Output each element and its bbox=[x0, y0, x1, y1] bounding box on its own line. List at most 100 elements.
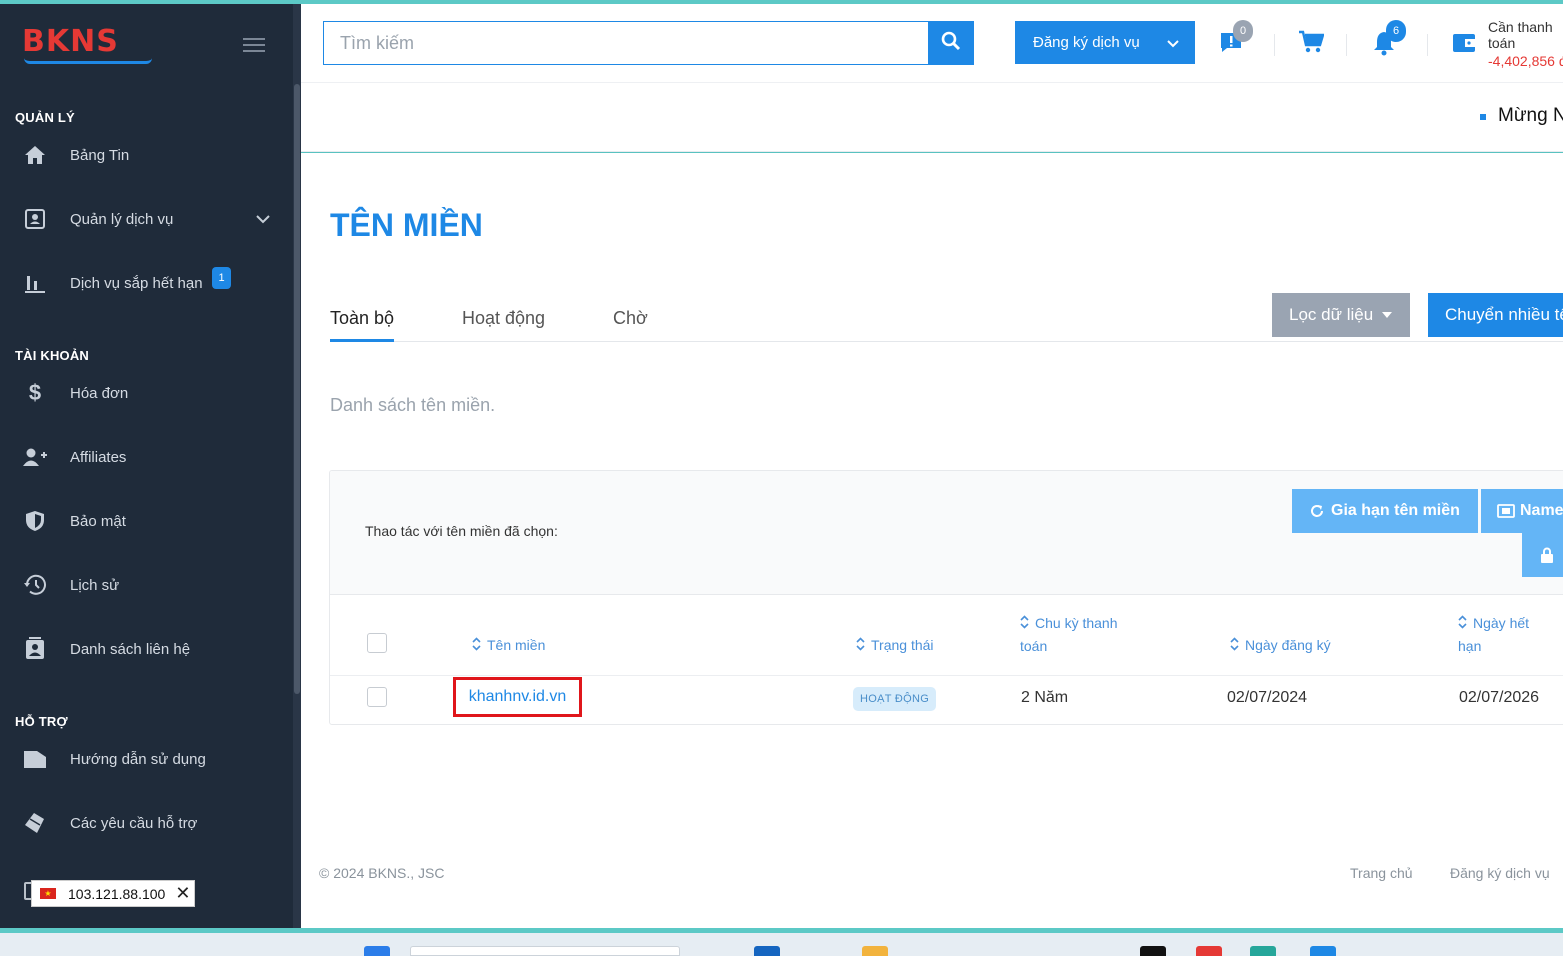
sidebar-item-huong-dan-su-dung[interactable]: Hướng dẫn sử dụng bbox=[0, 734, 290, 784]
lock-domain-button[interactable] bbox=[1522, 533, 1563, 577]
page-title: TÊN MIỀN bbox=[330, 207, 483, 243]
billing-cycle-cell: 2 Năm bbox=[1021, 689, 1069, 706]
tab-pending[interactable]: Chờ bbox=[613, 308, 648, 329]
tickets-icon bbox=[0, 811, 70, 835]
row-divider bbox=[330, 675, 1563, 676]
bulk-actions-bar: Thao tác với tên miền đã chọn: Gia hạn t… bbox=[330, 471, 1563, 595]
taskbar-app-icon[interactable] bbox=[754, 946, 780, 956]
payment-due-amount: -4,402,856 đ bbox=[1488, 53, 1563, 69]
column-header-label: Ngày đăng ký bbox=[1245, 637, 1331, 653]
taskbar-folder-icon[interactable] bbox=[862, 946, 888, 956]
sidebar-item-label: Lịch sử bbox=[70, 576, 120, 594]
sort-icon bbox=[1230, 635, 1239, 657]
sidebar-item-dich-vu-sap-het-han[interactable]: Dịch vụ sắp hết hạn bbox=[0, 258, 290, 308]
sidebar-item-quan-ly-dich-vu[interactable]: Quản lý dịch vụ bbox=[0, 194, 290, 244]
announcement-text: Mừng N bbox=[1498, 105, 1563, 126]
search-icon bbox=[941, 31, 961, 56]
column-header-label: Ngày hết bbox=[1473, 615, 1530, 631]
column-header-label-line2: hạn bbox=[1458, 638, 1482, 655]
contact-card-icon bbox=[0, 208, 70, 230]
lock-icon bbox=[1540, 547, 1554, 563]
renew-domain-label: Gia hạn tên miền bbox=[1331, 502, 1460, 519]
main-content: TÊN MIỀN Toàn bộ Hoạt động Chờ Lọc dữ li… bbox=[301, 153, 1563, 928]
column-header-expiry-date[interactable]: Ngày hết hạn bbox=[1458, 612, 1529, 657]
server-icon bbox=[1497, 504, 1515, 518]
search-button[interactable] bbox=[928, 21, 974, 65]
sidebar-item-bang-tin[interactable]: Bảng Tin bbox=[0, 130, 290, 180]
sidebar-item-label: Affiliates bbox=[70, 448, 127, 466]
sidebar-item-label: Bảng Tin bbox=[70, 146, 130, 164]
logo-swoosh bbox=[24, 58, 152, 64]
section-title-quan-ly: QUẢN LÝ bbox=[15, 110, 75, 125]
sidebar-item-lich-su[interactable]: Lịch sử bbox=[0, 560, 290, 610]
sidebar-scroll-thumb[interactable] bbox=[294, 84, 300, 694]
column-header-status[interactable]: Trạng thái bbox=[856, 634, 934, 657]
os-taskbar bbox=[0, 933, 1563, 956]
sidebar-item-cac-yeu-cau-ho-tro[interactable]: Các yêu cầu hỗ trợ bbox=[0, 798, 290, 848]
chevron-down-icon[interactable] bbox=[256, 211, 270, 229]
taskbar-app-icon[interactable] bbox=[1140, 946, 1166, 956]
expiring-count-badge: 1 bbox=[212, 267, 231, 289]
sidebar-item-affiliates[interactable]: Affiliates bbox=[0, 432, 290, 482]
dollar-icon: $ bbox=[28, 380, 42, 405]
column-header-label: Chu kỳ thanh bbox=[1035, 615, 1118, 631]
bulk-actions-label: Thao tác với tên miền đã chọn: bbox=[365, 523, 558, 539]
close-icon[interactable]: ✕ bbox=[175, 883, 190, 904]
sidebar-item-label: Bảo mật bbox=[70, 512, 126, 530]
sidebar-item-label: Danh sách liên hệ bbox=[70, 640, 191, 658]
menu-toggle-icon[interactable] bbox=[243, 38, 265, 54]
announcement-bar: Mừng N bbox=[301, 83, 1563, 152]
sort-icon bbox=[1020, 613, 1029, 635]
column-header-billing-cycle[interactable]: Chu kỳ thanh toán bbox=[1020, 612, 1118, 657]
sidebar-item-danh-sach-lien-he[interactable]: Danh sách liên hệ bbox=[0, 624, 290, 674]
chevron-down-icon bbox=[1167, 35, 1179, 52]
domain-link[interactable]: khanhnv.id.vn bbox=[453, 677, 582, 717]
footer-home-link[interactable]: Trang chủ bbox=[1350, 865, 1413, 881]
status-badge: HOẠT ĐỘNG bbox=[853, 687, 937, 711]
taskbar-app-icon[interactable] bbox=[1310, 946, 1336, 956]
column-header-registered-date[interactable]: Ngày đăng ký bbox=[1230, 634, 1331, 657]
row-checkbox[interactable] bbox=[367, 687, 387, 707]
user-plus-icon bbox=[0, 447, 70, 467]
taskbar-search-box[interactable] bbox=[410, 946, 680, 956]
filter-data-label: Lọc dữ liệu bbox=[1289, 305, 1374, 324]
bulk-transfer-button[interactable]: Chuyển nhiều tên bbox=[1428, 293, 1563, 337]
sidebar-item-label: Các yêu cầu hỗ trợ bbox=[70, 814, 198, 832]
sidebar-scrollbar[interactable] bbox=[293, 4, 301, 928]
column-header-label: Trạng thái bbox=[871, 637, 934, 653]
sidebar-item-bao-mat[interactable]: Bảo mật bbox=[0, 496, 290, 546]
start-button-icon[interactable] bbox=[364, 946, 390, 956]
list-description: Danh sách tên miền. bbox=[330, 395, 496, 415]
ip-popup: ★ 103.121.88.100 ✕ bbox=[31, 880, 195, 907]
contacts-icon bbox=[0, 637, 70, 661]
wallet-icon[interactable] bbox=[1452, 32, 1476, 59]
register-service-button[interactable]: Đăng ký dịch vụ bbox=[1015, 21, 1195, 64]
divider bbox=[1274, 34, 1275, 56]
search-input[interactable] bbox=[323, 21, 929, 65]
tab-all[interactable]: Toàn bộ bbox=[330, 308, 394, 329]
divider bbox=[1346, 34, 1347, 56]
tab-active[interactable]: Hoạt động bbox=[462, 308, 545, 329]
section-title-tai-khoan: TÀI KHOẢN bbox=[15, 348, 90, 363]
nameserver-button[interactable]: Name bbox=[1481, 489, 1563, 533]
logo[interactable]: BKNS bbox=[22, 24, 119, 59]
renew-domain-button[interactable]: Gia hạn tên miền bbox=[1292, 489, 1478, 533]
folder-icon bbox=[0, 749, 70, 769]
notifications-count-badge: 6 bbox=[1386, 20, 1406, 42]
taskbar-app-icon[interactable] bbox=[1196, 946, 1222, 956]
vietnam-flag-icon: ★ bbox=[40, 888, 56, 899]
history-icon bbox=[0, 574, 70, 596]
bulk-transfer-label: Chuyển nhiều tên bbox=[1445, 305, 1563, 324]
select-all-checkbox[interactable] bbox=[367, 633, 387, 653]
filter-data-button[interactable]: Lọc dữ liệu bbox=[1272, 293, 1410, 337]
footer-register-link[interactable]: Đăng ký dịch vụ bbox=[1450, 865, 1550, 881]
active-tab-indicator bbox=[330, 339, 394, 342]
copyright: © 2024 BKNS., JSC bbox=[319, 865, 445, 881]
nameserver-label: Name bbox=[1520, 502, 1563, 519]
sidebar-item-hoa-don[interactable]: $ Hóa đơn bbox=[0, 368, 290, 418]
sort-icon bbox=[472, 635, 481, 657]
column-header-domain[interactable]: Tên miền bbox=[472, 634, 545, 657]
cart-icon[interactable] bbox=[1298, 30, 1325, 59]
sidebar-item-label: Hướng dẫn sử dụng bbox=[70, 750, 206, 768]
taskbar-app-icon[interactable] bbox=[1250, 946, 1276, 956]
